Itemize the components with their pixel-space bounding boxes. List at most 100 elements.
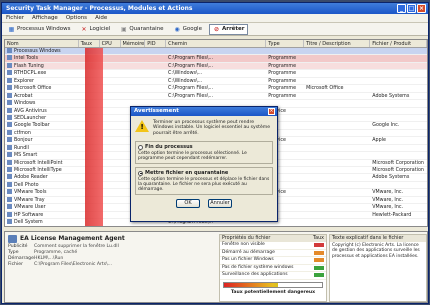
detail-fields: Publicité Comment supprimer la fenêtre Lu… [8,244,214,268]
process-icon [7,174,12,180]
stop-button[interactable]: ⊘ Arrêter [208,23,249,35]
window-title: Security Task Manager - Processus, Modul… [6,5,193,12]
process-icon [7,107,12,113]
toolbar-label: Google [182,26,202,32]
file-cell [370,182,427,188]
table-row[interactable]: SpeedDefrag C:\Program Files\... [5,227,427,228]
notes-text: Copyright (c) Electronic Arts. La licenc… [332,243,420,259]
description-cell [304,70,370,76]
table-row[interactable]: Explorer C:\Windows\... Programme [5,77,427,86]
path-cell: C:\Program Files\... [166,227,266,228]
rating-cell [79,227,100,228]
option-quarantine[interactable]: Mettre fichier en quarantaine Cette opti… [135,167,273,196]
path-cell: C:\Program Files\... [168,86,214,92]
col-type[interactable]: Type [266,40,305,47]
end-process-radio[interactable] [138,144,143,150]
process-icon [7,152,12,158]
memory-cell [120,55,145,61]
process-name-cell: HP Software [5,211,79,218]
property-label: Pas de fichier système windows [222,264,294,270]
col-description[interactable]: Titre / Description [304,40,371,47]
file-cell [370,130,427,136]
process-icon [7,70,12,76]
property-row: Surveillance des applications [220,272,326,280]
col-path[interactable]: Chemin [166,40,267,47]
process-name-text: Dell Photo [14,182,39,188]
property-rating-mark [314,273,324,277]
description-cell [304,152,370,158]
quarantine-radio[interactable] [138,170,143,176]
file-cell: Hewlett-Packard [372,212,412,218]
col-memory[interactable]: Mémoire [121,40,146,47]
detail-field: Fichier C:\Program Files\Electronic Arts\… [8,262,214,268]
property-label: Pas un fichier Windows [222,257,274,262]
type-cell: Programme [268,86,297,92]
process-icon [7,55,12,61]
toolbar-label: Logiciel [89,26,111,32]
process-name-cell: Bonjour [5,137,79,143]
table-row[interactable]: Flash Tuning C:\Program Files\... Programm… [5,62,427,71]
file-cell: VMware, Inc. [372,197,404,203]
close-button[interactable]: × [417,4,426,13]
file-cell [370,152,427,158]
property-rating-mark [314,265,324,270]
process-icon [7,122,12,128]
maximize-button[interactable]: □ [407,4,416,13]
pid-cell [145,63,166,69]
toolbar-google[interactable]: ◉ Google [171,25,205,34]
property-row: Pas de fichier système windows [220,264,326,272]
process-name-cell: Rundll [5,144,79,151]
app-window: Security Task Manager - Processus, Modul… [1,2,429,304]
process-icon [7,114,12,120]
memory-cell [120,78,145,84]
file-cell [370,55,427,61]
process-name-cell: Microsoft Office [5,85,79,91]
table-row[interactable]: RTHDCPL.exe C:\Windows\... Programme [5,70,427,78]
property-list: Fenêtre non visible Démarré au démarrage P… [220,242,326,280]
ok-button[interactable]: OK [176,199,200,209]
process-name-text: ctfmon [14,130,31,136]
title-bar[interactable]: Security Task Manager - Processus, Modul… [2,3,428,14]
col-pid[interactable]: PID [145,40,167,47]
process-name-cell: VMware Tools [5,189,79,195]
notes-title: Texte explicatif dans le fichier [330,235,426,242]
menu-help[interactable]: Aide [95,14,107,22]
pid-cell [145,85,166,91]
process-icon [7,196,12,202]
cancel-button[interactable]: Annuler [208,199,232,209]
option-end-process[interactable]: Fin du processus Cette option termine le… [135,141,273,165]
process-icon [7,204,12,210]
col-name[interactable]: Nom [5,40,79,47]
path-cell [166,48,266,54]
path-cell: C:\Program Files\... [168,56,214,62]
process-name-text: Processus Windows [14,49,61,54]
description-cell [304,115,370,121]
table-row[interactable]: Microsoft Office C:\Program Files\... Prog… [5,85,427,93]
description-cell [304,212,370,218]
description-cell [304,204,370,210]
process-icon [7,85,12,91]
memory-cell [120,63,145,69]
table-row[interactable]: Processus Windows [5,48,427,56]
process-name-cell: Windows [5,100,79,106]
table-row[interactable]: Acrobat C:\Program Files\... Programme Adob… [5,92,427,101]
process-name-text: VMware User [14,205,46,211]
process-name-cell: Google Toolbar [5,122,79,128]
toolbar-windows-processes[interactable]: ▦ Processus Windows [5,25,74,34]
table-row[interactable]: Intel Tools C:\Program Files\... Programme [5,55,427,63]
process-name-cell: AVG Antivirus [5,107,79,114]
description-cell [304,78,370,84]
menu-file[interactable]: Fichier [6,14,24,22]
menu-view[interactable]: Affichage [32,14,58,22]
col-rating[interactable]: Taux [79,40,100,47]
col-file[interactable]: Fichier / Produit [370,40,427,47]
dialog-close-button[interactable]: × [268,108,275,115]
col-cpu[interactable]: CPU [100,40,121,47]
menu-options[interactable]: Options [66,14,87,22]
process-name-text: Explorer [14,78,34,84]
toolbar-quarantine[interactable]: ▣ Quarantaine [117,25,166,34]
process-name-cell: Microsoft IntelliType [5,167,79,173]
description-cell [304,93,370,99]
minimize-button[interactable]: _ [397,4,406,13]
toolbar-software[interactable]: ✕ Logiciel [78,25,114,34]
